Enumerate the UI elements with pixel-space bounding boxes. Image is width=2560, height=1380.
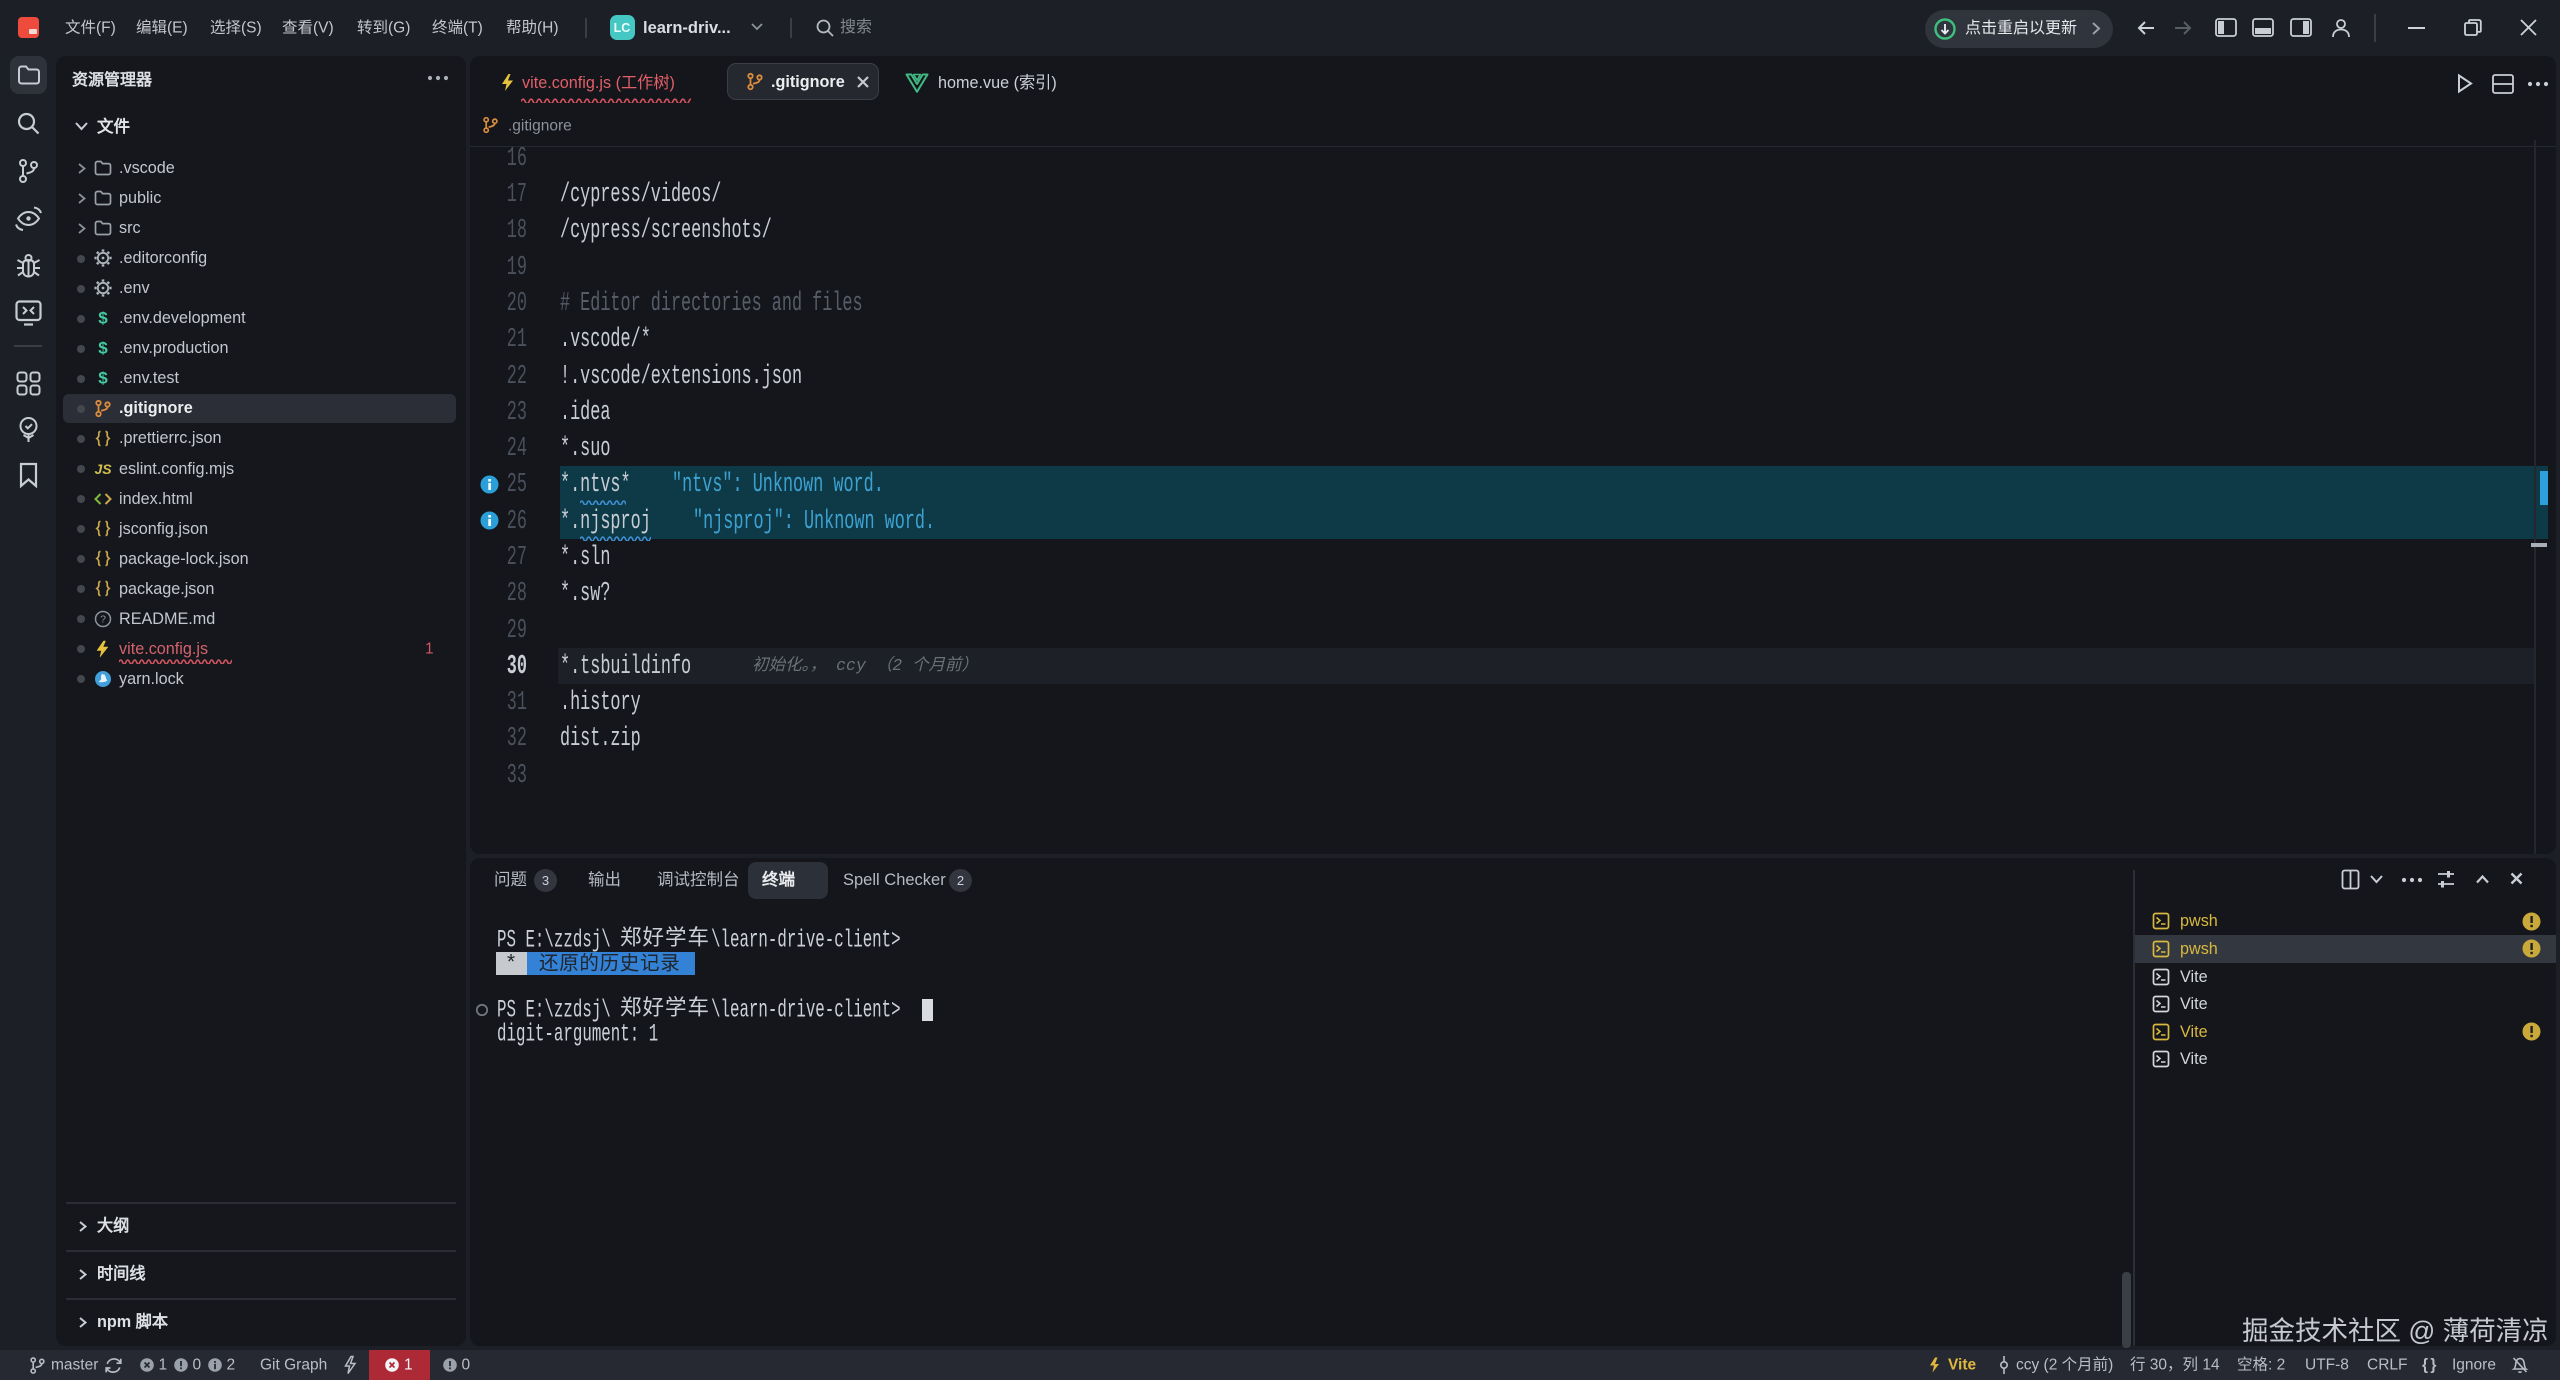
svg-text:?: ?: [100, 613, 106, 625]
